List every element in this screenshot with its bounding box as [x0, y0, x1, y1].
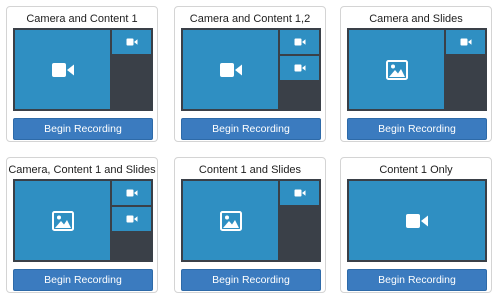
- layout-title: Content 1 Only: [379, 164, 453, 176]
- video-camera-icon: [294, 38, 305, 46]
- layout-card-camera-and-content-1: Camera and Content 1 Begin Recording: [6, 6, 158, 142]
- main-pane: [183, 181, 278, 260]
- thumbnail-pane-1: [112, 30, 151, 54]
- thumbnail-pane-1: [446, 30, 485, 54]
- video-camera-icon: [406, 213, 428, 228]
- layout-preview: [13, 179, 153, 262]
- layout-title: Camera and Content 1,2: [189, 13, 311, 25]
- thumbnail-pane-1: [112, 181, 151, 205]
- layout-preview: [181, 179, 321, 262]
- begin-recording-button[interactable]: Begin Recording: [347, 269, 487, 291]
- video-camera-icon: [126, 38, 137, 46]
- layout-title: Camera and Slides: [369, 13, 463, 25]
- begin-recording-button[interactable]: Begin Recording: [13, 269, 153, 291]
- video-camera-icon: [126, 189, 137, 197]
- layout-card-camera-and-content-1-2: Camera and Content 1,2 Begin Recording: [174, 6, 326, 142]
- image-icon: [51, 210, 74, 231]
- video-camera-icon: [219, 62, 242, 77]
- video-camera-icon: [294, 189, 305, 197]
- layout-card-content-1-only: Content 1 Only Begin Recording: [340, 157, 492, 293]
- begin-recording-button[interactable]: Begin Recording: [181, 118, 321, 140]
- main-pane: [15, 181, 110, 260]
- layout-preview: [347, 179, 487, 262]
- image-icon: [219, 210, 242, 231]
- video-camera-icon: [126, 215, 137, 223]
- layout-title: Content 1 and Slides: [198, 164, 302, 176]
- main-pane: [349, 181, 485, 260]
- layout-title: Camera and Content 1: [26, 13, 138, 25]
- video-camera-icon: [294, 64, 305, 72]
- thumbnail-pane-2: [280, 56, 319, 80]
- main-pane: [15, 30, 110, 109]
- begin-recording-button[interactable]: Begin Recording: [181, 269, 321, 291]
- video-camera-icon: [51, 62, 74, 77]
- layout-card-camera-and-slides: Camera and Slides Begin Recording: [340, 6, 492, 142]
- layout-preview: [347, 28, 487, 111]
- thumbnail-pane-2: [112, 207, 151, 231]
- thumbnail-pane-1: [280, 30, 319, 54]
- video-camera-icon: [460, 38, 471, 46]
- layout-preview: [181, 28, 321, 111]
- layout-card-camera-content-1-and-slides: Camera, Content 1 and Slides Begin Recor…: [6, 157, 158, 293]
- layout-title: Camera, Content 1 and Slides: [8, 164, 156, 176]
- begin-recording-button[interactable]: Begin Recording: [13, 118, 153, 140]
- main-pane: [183, 30, 278, 109]
- thumbnail-pane-1: [280, 181, 319, 205]
- image-icon: [385, 59, 408, 80]
- begin-recording-button[interactable]: Begin Recording: [347, 118, 487, 140]
- main-pane: [349, 30, 444, 109]
- layout-card-content-1-and-slides: Content 1 and Slides Begin Recording: [174, 157, 326, 293]
- layout-preview: [13, 28, 153, 111]
